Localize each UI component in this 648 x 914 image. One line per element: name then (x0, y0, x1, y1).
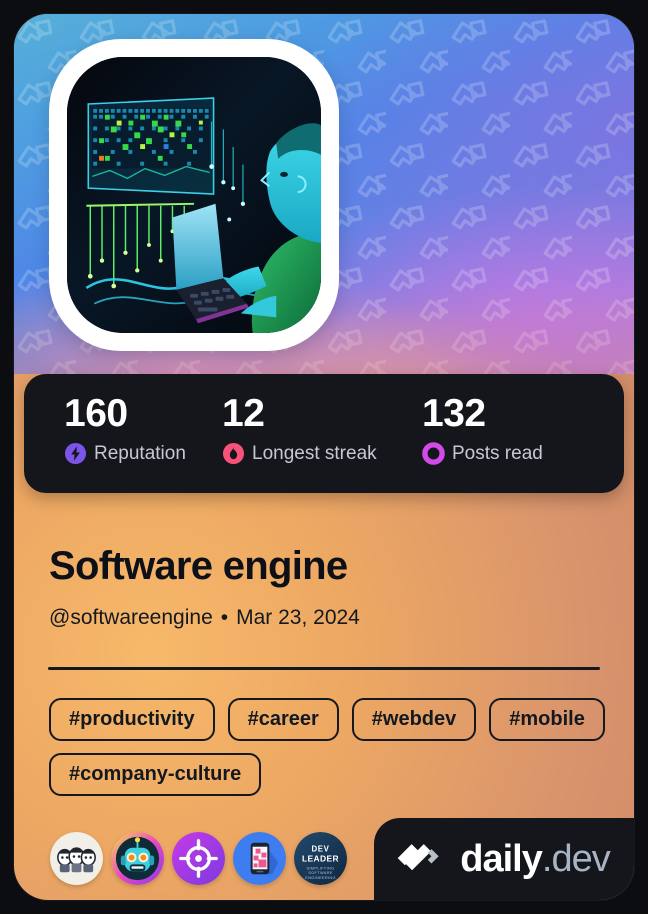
stat-label: Longest streak (252, 442, 377, 464)
tag-chip[interactable]: #company-culture (49, 753, 262, 796)
stat-reputation: 160 Reputation (24, 392, 214, 493)
svg-text:LEADER: LEADER (302, 853, 339, 863)
profile-date: Mar 23, 2024 (236, 606, 360, 629)
divider (48, 667, 600, 670)
stat-label-row: Posts read (422, 442, 624, 465)
stat-value: 160 (64, 392, 128, 435)
mobile-phone-badge[interactable] (233, 832, 286, 885)
tag-chip[interactable]: #mobile (489, 698, 605, 741)
daily-dev-logo-icon (397, 844, 439, 871)
reputation-bolt-icon (64, 442, 87, 465)
stats-bar: 160 Reputation 12 Longest streak 132 Pos… (24, 374, 624, 493)
posts-read-ring-icon (422, 442, 445, 465)
tag-chip[interactable]: #webdev (351, 698, 477, 741)
stat-value: 132 (422, 392, 486, 435)
stat-label-row: Reputation (64, 442, 214, 465)
tag-chip[interactable]: #career (227, 698, 339, 741)
separator-dot: • (220, 606, 229, 629)
devcard-frame: 160 Reputation 12 Longest streak 132 Pos… (0, 0, 648, 914)
avatar (67, 57, 321, 333)
profile-subline: @softwareengine • Mar 23, 2024 (49, 605, 360, 631)
community-trio-badge[interactable] (50, 832, 103, 885)
logo-secondary-text: .dev (541, 838, 611, 880)
tag-list: #productivity #career #webdev #mobile #c… (49, 698, 605, 796)
avatar-frame (49, 39, 339, 351)
robot-badge[interactable] (111, 832, 164, 885)
stat-label-row: Longest streak (222, 442, 422, 465)
logo-primary-text: daily (460, 838, 543, 880)
badge-list: DEV LEADER SIMPLIFYING SOFTWARE ENGINEER… (50, 832, 347, 885)
profile-name: Software engine (49, 544, 348, 588)
profile-handle: @softwareengine (49, 606, 213, 629)
stat-label: Posts read (452, 442, 543, 464)
daily-dev-wordmark: daily.dev (460, 838, 611, 880)
stat-longest-streak: 12 Longest streak (214, 392, 422, 493)
devcard: 160 Reputation 12 Longest streak 132 Pos… (14, 14, 634, 900)
tag-chip[interactable]: #productivity (49, 698, 215, 741)
streak-flame-icon (222, 442, 245, 465)
dev-leader-badge[interactable]: DEV LEADER SIMPLIFYING SOFTWARE ENGINEER… (294, 832, 347, 885)
stat-value: 12 (222, 392, 265, 435)
stat-label: Reputation (94, 442, 186, 464)
svg-text:ENGINEERING: ENGINEERING (305, 875, 336, 880)
svg-text:DEV: DEV (312, 845, 330, 854)
target-crosshair-badge[interactable] (172, 832, 225, 885)
stat-posts-read: 132 Posts read (422, 392, 624, 493)
daily-dev-logo-pill: daily.dev (374, 818, 634, 900)
